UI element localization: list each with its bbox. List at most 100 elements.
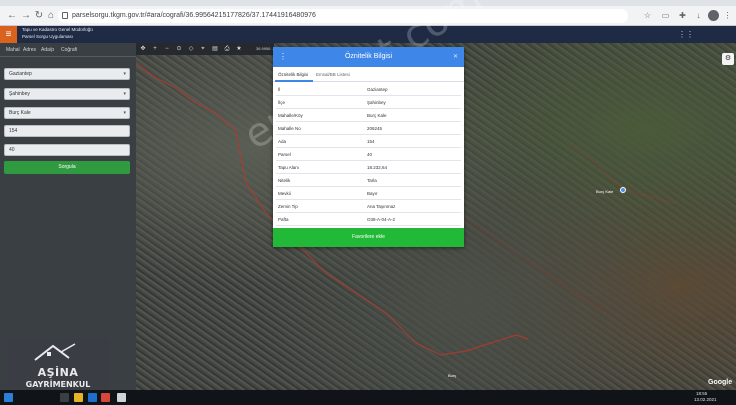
home-icon[interactable]: ⌂ (45, 10, 57, 22)
brand-subtitle: GAYRİMENKUL (25, 380, 91, 389)
attribute-key: Mahalle No (278, 126, 301, 131)
google-logo: Google (708, 379, 733, 386)
search-tabs: Mahal Adres Ada/p Coğrafi (0, 43, 136, 57)
place-label: Burç Kale (596, 189, 614, 194)
chrome-icon[interactable] (101, 393, 110, 402)
attribute-popup: ⋮ Öznitelik Bilgisi ✕ Öznitelik Bilgisi … (273, 47, 464, 247)
attribute-key: Pafta (278, 217, 289, 222)
hamburger-menu-icon[interactable]: ≡ (0, 26, 17, 43)
back-arrow-icon[interactable]: ← (6, 10, 18, 22)
parcel-input[interactable]: 40 (4, 144, 130, 156)
table-row: Mahalle/Köy Burç Kale (276, 109, 461, 122)
extensions-icon[interactable]: ✚ (677, 10, 688, 21)
table-row: Nitelik Tarla (276, 174, 461, 187)
lock-icon (62, 12, 68, 19)
location-icon[interactable]: ⊙ (175, 45, 183, 53)
table-row: İlçe Şahinbey (276, 96, 461, 109)
chevron-down-icon: ▾ (123, 71, 126, 77)
more-menu-icon[interactable]: ⋮ (722, 10, 733, 21)
district-select[interactable]: Şahinbey ▾ (4, 88, 130, 100)
attribute-value: Gaziantep (367, 87, 388, 92)
block-input[interactable]: 154 (4, 125, 130, 137)
screen-icon[interactable]: ▭ (660, 10, 671, 21)
attribute-value: Ana Taşınmaz (367, 204, 396, 209)
star-icon[interactable]: ★ (235, 45, 243, 53)
close-icon[interactable]: ✕ (453, 52, 458, 62)
brand-logo: AŞİNA GAYRİMENKUL (7, 339, 109, 395)
app-icon[interactable] (117, 393, 126, 402)
download-icon[interactable]: ↓ (693, 10, 704, 21)
grid-icon[interactable]: ⋮⋮ (678, 30, 694, 39)
attribute-value: Bayır (367, 191, 378, 196)
reload-icon[interactable]: ↻ (33, 10, 45, 22)
chevron-down-icon: ▾ (123, 91, 126, 97)
table-row: Pafta O38-A-04-A-2 (276, 213, 461, 226)
place-label: Burç (448, 373, 457, 378)
brand-name: AŞİNA (37, 366, 79, 379)
fullscreen-icon[interactable]: ◇ (187, 45, 195, 53)
attribute-key: Mevkii (278, 191, 291, 196)
print-icon[interactable]: ⎙ (223, 45, 231, 53)
zoom-out-icon[interactable]: − (163, 45, 171, 53)
zoom-in-icon[interactable]: + (151, 45, 159, 53)
address-bar[interactable]: parselsorgu.tkgm.gov.tr/#ara/cografi/36.… (58, 9, 628, 23)
attribute-key: İlçe (278, 100, 286, 105)
search-icon[interactable] (60, 393, 69, 402)
attribute-value: Tarla (367, 178, 377, 183)
tab-mahal[interactable]: Mahal (6, 46, 20, 54)
attribute-key: Nitelik (278, 178, 291, 183)
folder-icon[interactable] (74, 393, 83, 402)
table-row: İl Gaziantep (276, 83, 461, 96)
tab-ada-parsel[interactable]: Ada/p (41, 46, 54, 54)
query-button[interactable]: Sorgula (4, 161, 130, 174)
attribute-value: Burç Kale (367, 113, 387, 118)
table-row: Mahalle No 206245 (276, 122, 461, 135)
attribute-value: 154 (367, 139, 375, 144)
tab-precedent-list[interactable]: Emsal/BB Listesi (316, 71, 350, 78)
app-title: Parsel Sorgu Uygulaması (22, 34, 74, 39)
active-tab-indicator (275, 80, 313, 82)
clock-date: 13.02.2021 (694, 397, 717, 402)
attribute-key: Zemin Tip (278, 204, 298, 209)
popup-tabs: Öznitelik Bilgisi Emsal/BB Listesi (273, 67, 464, 82)
attribute-value: 18.232,64 (367, 165, 388, 170)
province-select[interactable]: Gaziantep ▾ (4, 68, 130, 80)
tab-cografi[interactable]: Coğrafi (61, 46, 77, 54)
table-row: Mevkii Bayır (276, 187, 461, 200)
forward-arrow-icon[interactable]: → (20, 10, 32, 22)
block-value: 154 (9, 128, 18, 134)
house-roof-icon (34, 343, 76, 361)
url-text: parselsorgu.tkgm.gov.tr/#ara/cografi/36.… (72, 12, 316, 19)
popup-title: Öznitelik Bilgisi (344, 53, 393, 60)
start-icon[interactable] (4, 393, 13, 402)
add-favorite-button[interactable]: Favorilere ekle (273, 228, 464, 247)
layers-icon[interactable]: ▤ (211, 45, 219, 53)
attribute-value: O38-A-04-A-2 (367, 217, 396, 222)
move-icon[interactable]: ✥ (139, 45, 147, 53)
parcel-value: 40 (9, 147, 15, 153)
attribute-value: 206245 (367, 126, 383, 131)
province-value: Gaziantep (9, 71, 32, 77)
gear-icon[interactable]: ⚙ (722, 53, 734, 65)
neighborhood-select[interactable]: Burç Kale ▾ (4, 107, 130, 119)
tab-attributes[interactable]: Öznitelik Bilgisi (278, 71, 308, 78)
table-row: Parsel 40 (276, 148, 461, 161)
map-toolbar: ✥ + − ⊙ ◇ ⌖ ▤ ⎙ ★ (136, 43, 274, 55)
tab-adres[interactable]: Adres (23, 46, 36, 54)
table-row: Zemin Tip Ana Taşınmaz (276, 200, 461, 213)
edge-icon[interactable] (88, 393, 97, 402)
org-title: Tapu ve Kadastro Genel Müdürlüğü (22, 27, 93, 32)
profile-icon[interactable] (708, 10, 719, 21)
star-icon[interactable]: ☆ (642, 10, 653, 21)
location-marker-icon[interactable] (620, 187, 626, 193)
attribute-key: Tapu Alanı (278, 165, 300, 170)
taskbar: 18:55 13.02.2021 (0, 390, 736, 405)
attribute-key: İl (278, 87, 281, 92)
measure-icon[interactable]: ⌖ (199, 45, 207, 53)
district-value: Şahinbey (9, 91, 30, 97)
browser-toolbar: ← → ↻ ⌂ parselsorgu.tkgm.gov.tr/#ara/cog… (0, 6, 736, 26)
table-row: Ada 154 (276, 135, 461, 148)
popup-header: ⋮ Öznitelik Bilgisi ✕ (273, 47, 464, 67)
attribute-key: Parsel (278, 152, 291, 157)
attribute-key: Mahalle/Köy (278, 113, 303, 118)
